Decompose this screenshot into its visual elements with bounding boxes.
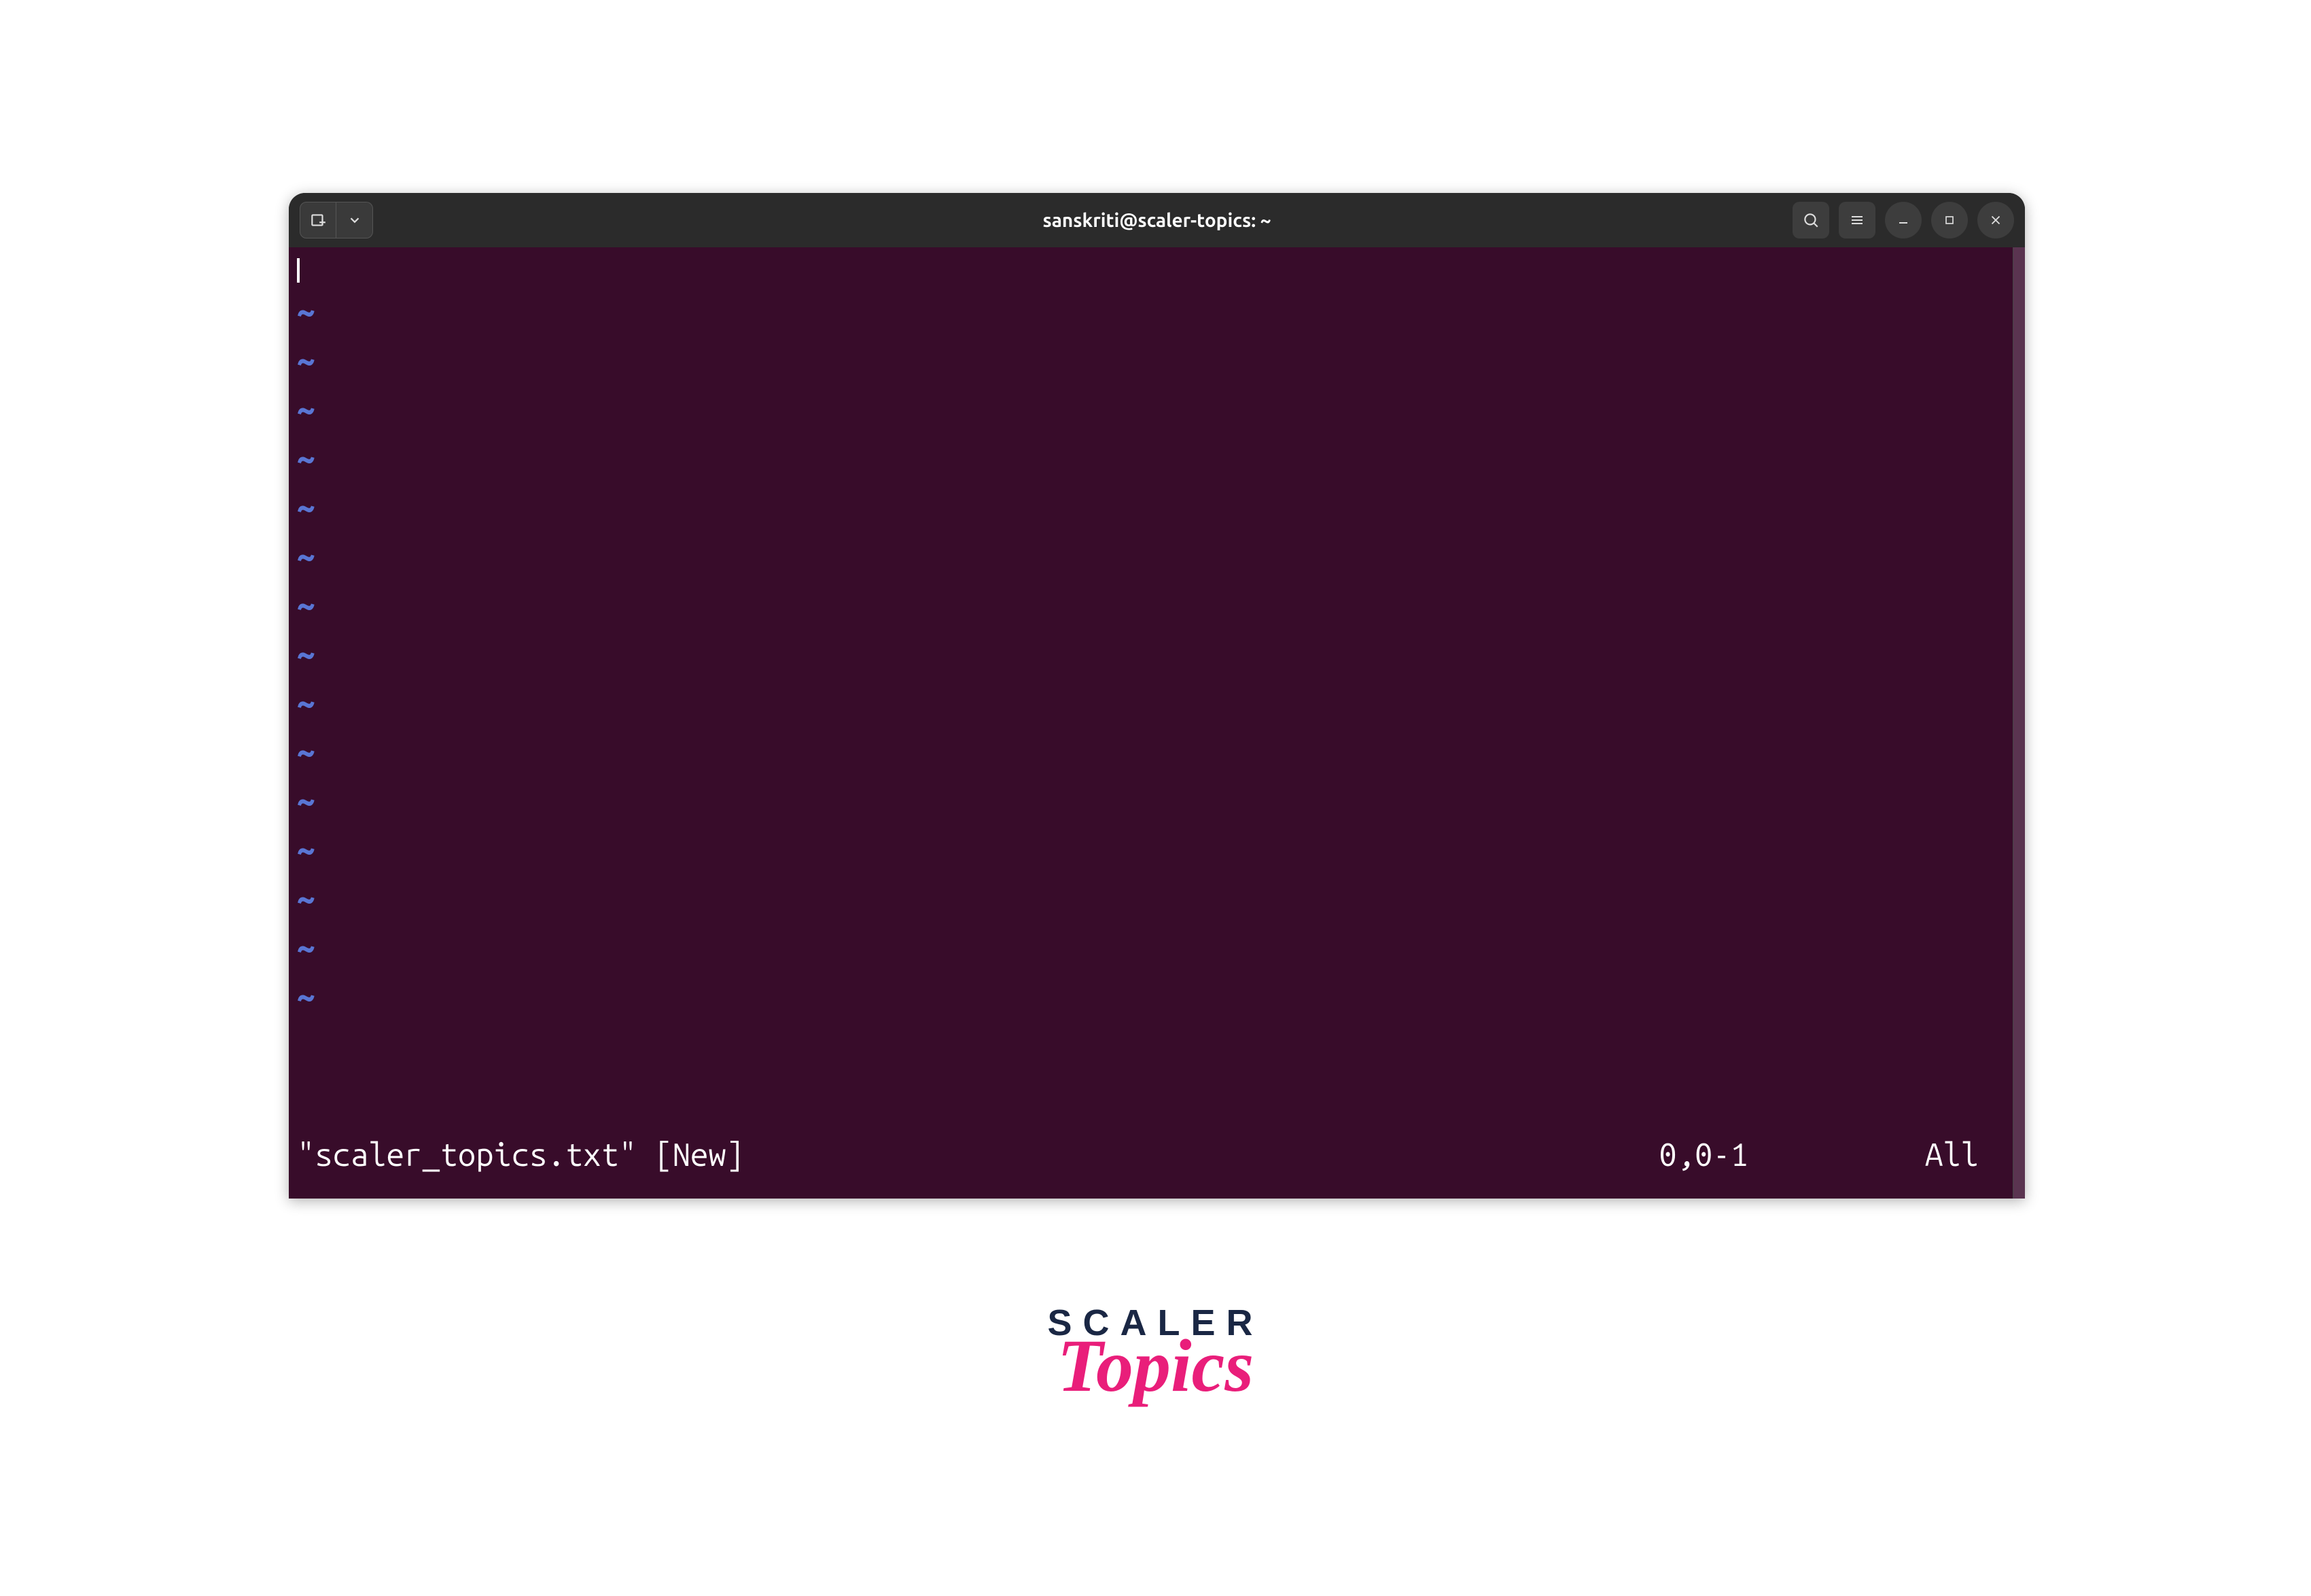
minimize-button[interactable] <box>1885 202 1922 238</box>
vim-status-line: "scaler_topics.txt" [New] 0,0-1 All <box>297 1130 2013 1199</box>
tab-dropdown-button[interactable] <box>336 202 373 238</box>
maximize-button[interactable] <box>1931 202 1968 238</box>
editor-content[interactable]: ~~~~~~~~~~~~~~~ "scaler_topics.txt" [New… <box>289 247 2013 1199</box>
titlebar-right-controls <box>1793 202 2014 238</box>
brand-logo: SCALER Topics <box>1047 1305 1263 1396</box>
cursor-icon <box>297 258 300 283</box>
empty-line-tilde: ~ <box>297 923 2013 972</box>
empty-line-tilde: ~ <box>297 874 2013 923</box>
new-tab-button[interactable] <box>300 202 336 238</box>
status-scroll-percent: All <box>1925 1130 1979 1180</box>
editor-line-cursor <box>297 253 2013 287</box>
logo-text-topics: Topics <box>1047 1336 1263 1396</box>
empty-line-tilde: ~ <box>297 385 2013 433</box>
empty-line-tilde: ~ <box>297 727 2013 776</box>
empty-line-tilde: ~ <box>297 580 2013 629</box>
empty-line-tilde: ~ <box>297 336 2013 385</box>
window-titlebar: sanskriti@scaler-topics: ~ <box>289 193 2025 247</box>
empty-line-tilde: ~ <box>297 531 2013 580</box>
window-title: sanskriti@scaler-topics: ~ <box>1042 210 1271 231</box>
empty-line-tilde: ~ <box>297 482 2013 531</box>
empty-line-tilde: ~ <box>297 433 2013 482</box>
terminal-window: sanskriti@scaler-topics: ~ <box>289 193 2025 1199</box>
empty-line-tilde: ~ <box>297 629 2013 678</box>
search-button[interactable] <box>1793 202 1829 238</box>
titlebar-left-controls <box>300 202 373 238</box>
empty-line-tilde: ~ <box>297 972 2013 1021</box>
close-button[interactable] <box>1977 202 2014 238</box>
empty-line-tilde: ~ <box>297 776 2013 825</box>
menu-button[interactable] <box>1839 202 1875 238</box>
status-filename: "scaler_topics.txt" [New] <box>297 1130 744 1180</box>
empty-line-tilde: ~ <box>297 287 2013 336</box>
empty-line-tilde: ~ <box>297 825 2013 874</box>
scrollbar[interactable] <box>2013 247 2025 1199</box>
status-cursor-position: 0,0-1 <box>1659 1130 1748 1180</box>
terminal-body[interactable]: ~~~~~~~~~~~~~~~ "scaler_topics.txt" [New… <box>289 247 2025 1199</box>
empty-line-tilde: ~ <box>297 678 2013 727</box>
